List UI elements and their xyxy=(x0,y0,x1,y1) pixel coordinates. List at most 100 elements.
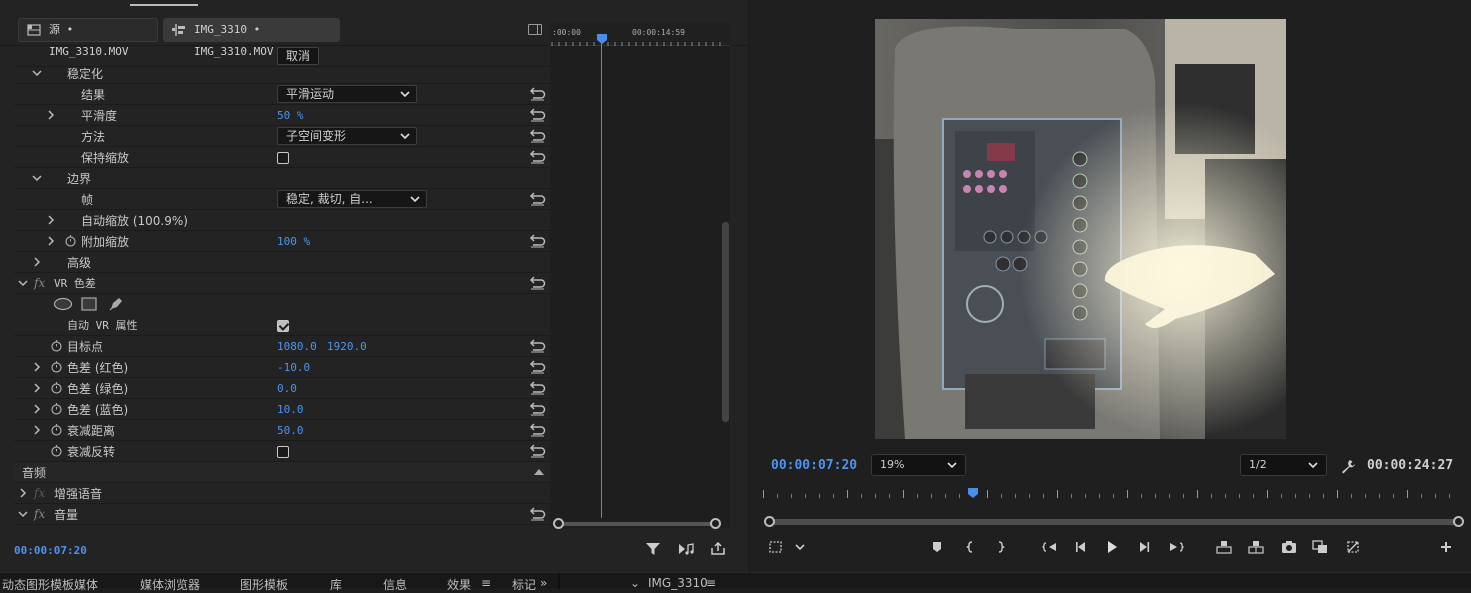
extract-icon[interactable] xyxy=(1248,539,1264,555)
pen-mask-icon[interactable] xyxy=(108,296,124,312)
step-back-icon[interactable] xyxy=(1073,539,1089,555)
safe-margins-icon[interactable] xyxy=(768,539,784,555)
auto-vr-checkbox[interactable] xyxy=(277,320,289,332)
add-button-icon[interactable] xyxy=(1438,539,1454,555)
program-zoom-scrollbar[interactable] xyxy=(764,516,1464,528)
ellipse-mask-icon[interactable] xyxy=(53,297,73,311)
stopwatch-icon[interactable] xyxy=(50,339,63,352)
stopwatch-icon[interactable] xyxy=(64,234,77,247)
tab-graphic-templates[interactable]: 图形模板 xyxy=(240,576,288,593)
reset-effect-icon[interactable] xyxy=(528,276,546,290)
go-to-in-icon[interactable] xyxy=(1042,539,1058,555)
reset-parameter-icon[interactable] xyxy=(528,402,546,416)
step-forward-icon[interactable] xyxy=(1136,539,1152,555)
fx-toggle-icon[interactable]: fx xyxy=(34,486,45,500)
playhead-line[interactable] xyxy=(601,34,602,518)
chevron-right-icon[interactable] xyxy=(32,362,42,372)
chevron-right-icon[interactable] xyxy=(18,488,28,498)
smoothness-value[interactable]: 50 % xyxy=(277,109,304,122)
camera-export-frame-icon[interactable] xyxy=(1281,539,1297,555)
stopwatch-icon[interactable] xyxy=(50,402,63,415)
lift-icon[interactable] xyxy=(1216,539,1232,555)
fx-toggle-icon[interactable]: fx xyxy=(34,507,45,521)
reset-parameter-icon[interactable] xyxy=(528,129,546,143)
timeline-ruler[interactable]: :00:00 00:00:14:59 xyxy=(550,22,730,46)
program-time-ruler[interactable] xyxy=(760,488,1460,504)
play-icon[interactable] xyxy=(1104,539,1120,555)
panel-layout-toggle-icon[interactable] xyxy=(528,24,542,35)
stopwatch-icon[interactable] xyxy=(50,360,63,373)
reset-effect-icon[interactable] xyxy=(528,507,546,521)
tab-media-browser[interactable]: 媒体浏览器 xyxy=(140,576,200,593)
timeline-zoom-scrollbar[interactable] xyxy=(553,518,721,529)
fx-toggle-icon[interactable]: fx xyxy=(34,276,45,290)
reset-parameter-icon[interactable] xyxy=(528,234,546,248)
go-to-out-icon[interactable] xyxy=(1168,539,1184,555)
target-point-x-value[interactable]: 1080.0 xyxy=(277,340,317,353)
result-dropdown[interactable]: 平滑运动 xyxy=(277,85,417,103)
zoom-right-handle[interactable] xyxy=(710,518,721,529)
reset-parameter-icon[interactable] xyxy=(528,423,546,437)
chevron-down-icon[interactable] xyxy=(32,68,42,78)
stopwatch-icon[interactable] xyxy=(50,423,63,436)
chevron-right-icon[interactable] xyxy=(32,404,42,414)
zoom-level-select[interactable]: 19% xyxy=(871,454,966,476)
additional-scale-value[interactable]: 100 % xyxy=(277,235,310,248)
audio-scrub-icon[interactable] xyxy=(678,542,694,556)
chevron-right-icon[interactable] xyxy=(46,110,56,120)
chevron-right-icon[interactable] xyxy=(32,383,42,393)
chevron-right-icon[interactable] xyxy=(32,257,42,267)
filter-icon[interactable] xyxy=(645,542,661,556)
reset-parameter-icon[interactable] xyxy=(528,339,546,353)
tab-motion-graphics-templates-media[interactable]: 动态图形模板媒体 xyxy=(2,576,98,593)
stopwatch-icon[interactable] xyxy=(50,381,63,394)
reset-parameter-icon[interactable] xyxy=(528,150,546,164)
reset-parameter-icon[interactable] xyxy=(528,192,546,206)
zoom-right-handle[interactable] xyxy=(1453,516,1464,527)
reset-parameter-icon[interactable] xyxy=(528,381,546,395)
proxy-toggle-icon[interactable] xyxy=(1345,539,1361,555)
chroma-green-value[interactable]: 0.0 xyxy=(277,382,297,395)
chevron-down-icon[interactable] xyxy=(18,509,28,519)
zoom-left-handle[interactable] xyxy=(553,518,564,529)
effect-controls-timeline[interactable]: :00:00 00:00:14:59 xyxy=(550,22,730,528)
chevron-right-icon[interactable] xyxy=(46,236,56,246)
chevron-right-icon[interactable] xyxy=(32,425,42,435)
export-frame-icon[interactable] xyxy=(710,542,726,556)
tab-markers[interactable]: 标记 xyxy=(512,576,536,593)
tab-libraries[interactable]: 库 xyxy=(330,576,342,593)
chevron-down-icon[interactable] xyxy=(18,278,28,288)
reset-parameter-icon[interactable] xyxy=(528,108,546,122)
zoom-scrollbar-track[interactable] xyxy=(770,519,1458,525)
preserve-scale-checkbox[interactable] xyxy=(277,152,289,164)
method-dropdown[interactable]: 子空间变形 xyxy=(277,127,417,145)
stopwatch-icon[interactable] xyxy=(50,444,63,457)
tab-source[interactable]: 源 • IMG_3310.MOV xyxy=(18,18,158,58)
playback-resolution-select[interactable]: 1/2 xyxy=(1240,454,1327,476)
tab-effect-controls-clip[interactable]: IMG_3310 • IMG_3310.MOV xyxy=(163,18,340,58)
playhead-timecode[interactable]: 00:00:07:20 xyxy=(771,458,857,473)
program-video-frame[interactable] xyxy=(875,19,1286,439)
mark-out-icon[interactable] xyxy=(992,539,1008,555)
framing-dropdown[interactable]: 稳定, 裁切, 自... xyxy=(277,190,427,208)
chroma-red-value[interactable]: -10.0 xyxy=(277,361,310,374)
chroma-blue-value[interactable]: 10.0 xyxy=(277,403,304,416)
zoom-left-handle[interactable] xyxy=(764,516,775,527)
chevron-down-icon[interactable] xyxy=(792,539,808,555)
invert-falloff-checkbox[interactable] xyxy=(277,446,289,458)
comparison-view-icon[interactable] xyxy=(1312,539,1328,555)
zoom-scrollbar-track[interactable] xyxy=(559,522,717,526)
add-marker-icon[interactable] xyxy=(929,539,945,555)
falloff-distance-value[interactable]: 50.0 xyxy=(277,424,304,437)
vertical-scrollbar[interactable] xyxy=(722,222,729,422)
rectangle-mask-icon[interactable] xyxy=(81,297,97,311)
tab-info[interactable]: 信息 xyxy=(383,576,407,593)
reset-parameter-icon[interactable] xyxy=(528,87,546,101)
target-point-y-value[interactable]: 1920.0 xyxy=(327,340,367,353)
reset-parameter-icon[interactable] xyxy=(528,360,546,374)
effect-controls-timecode[interactable]: 00:00:07:20 xyxy=(14,544,87,557)
reset-parameter-icon[interactable] xyxy=(528,444,546,458)
mark-in-icon[interactable] xyxy=(963,539,979,555)
tab-effects[interactable]: 效果 xyxy=(447,576,471,593)
chevron-right-icon[interactable] xyxy=(46,215,56,225)
